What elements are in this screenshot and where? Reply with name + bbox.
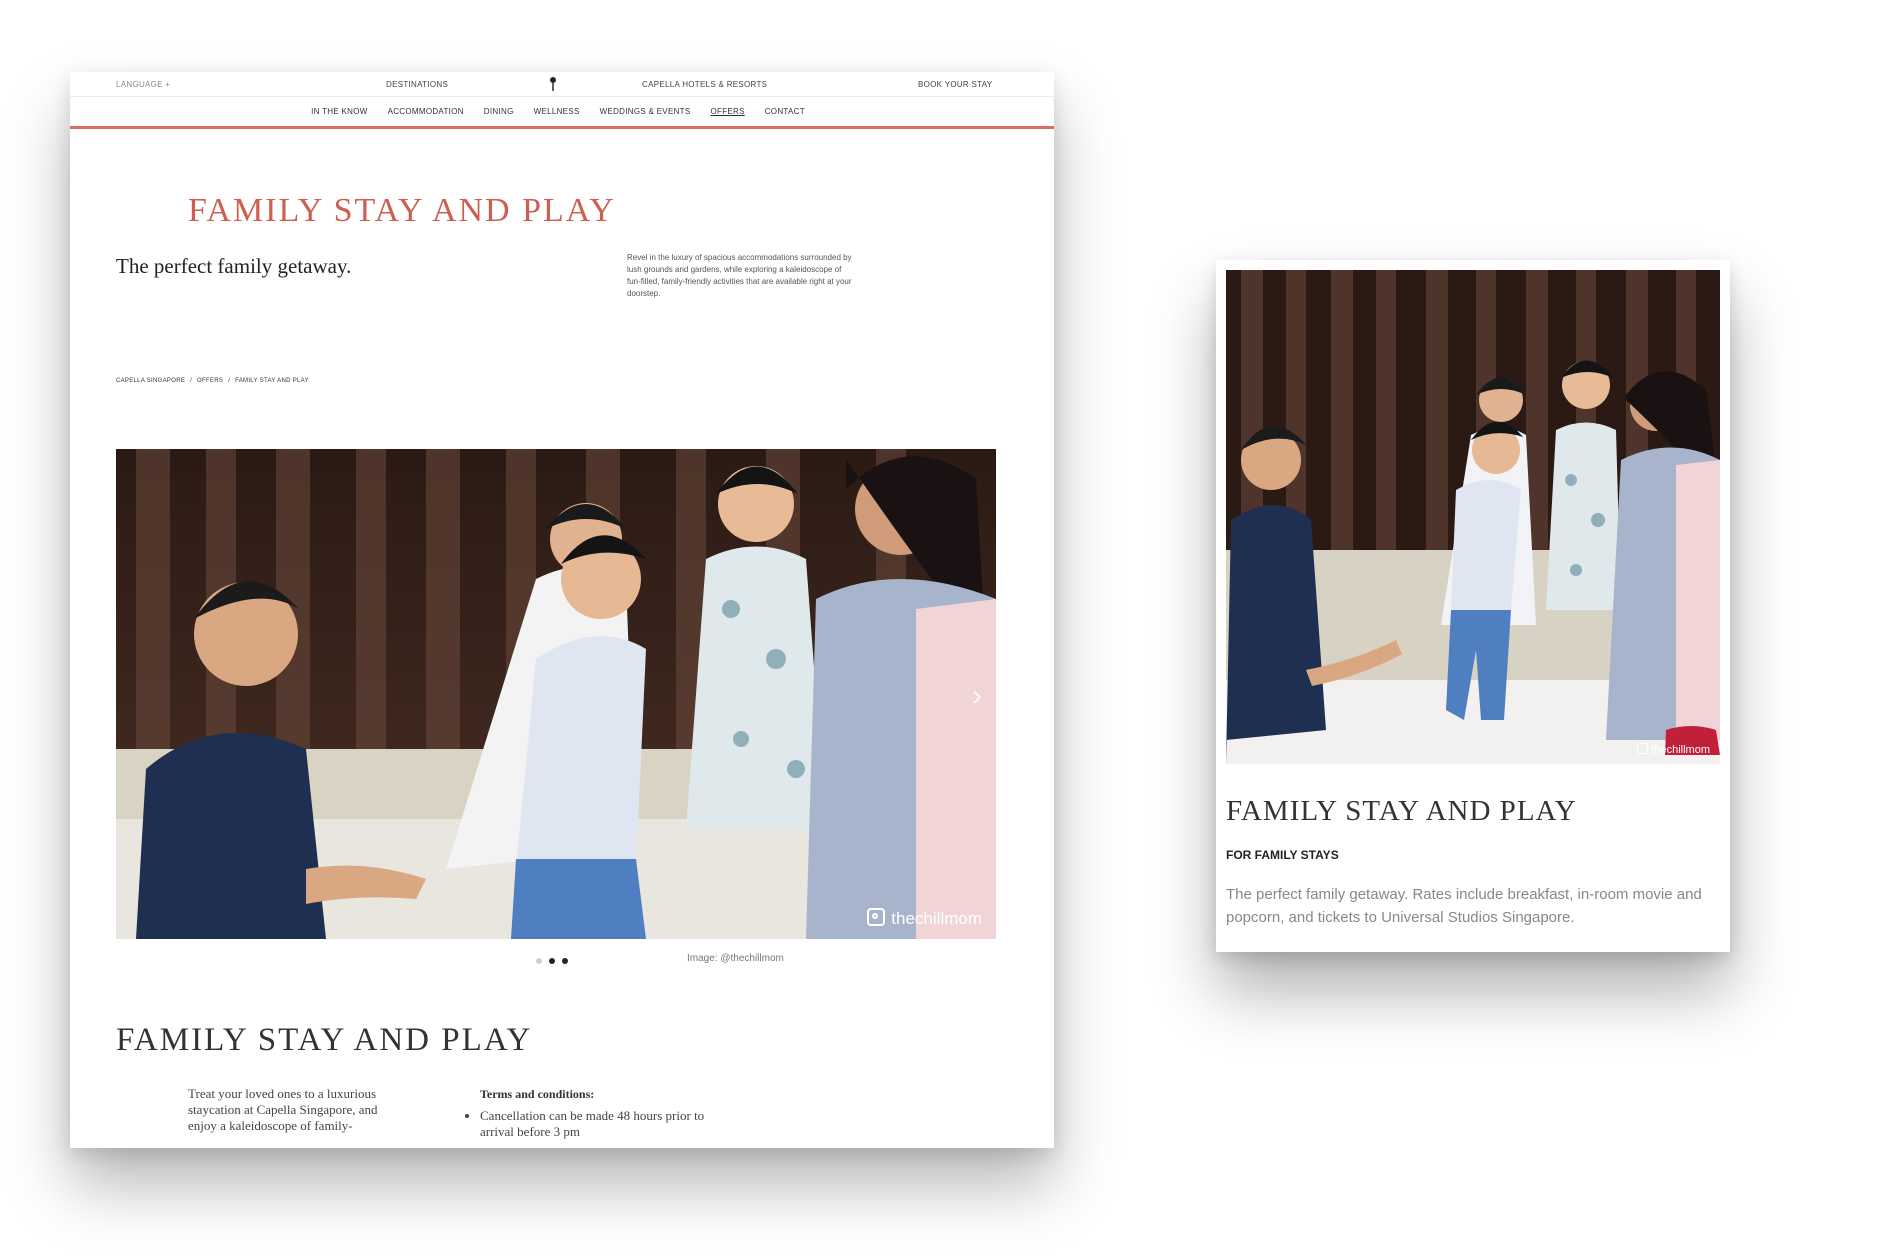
offer-card-description: The perfect family getaway. Rates includ… — [1226, 886, 1702, 926]
breadcrumb-home[interactable]: CAPELLA SINGAPORE — [116, 378, 185, 384]
carousel-indicators — [536, 958, 568, 964]
nav-item-wellness[interactable]: WELLNESS — [534, 107, 580, 116]
offer-card[interactable]: thechillmom FAMILY STAY AND PLAY FOR FAM… — [1216, 260, 1730, 952]
breadcrumb-separator: / — [190, 378, 193, 384]
carousel-dot[interactable] — [562, 958, 568, 964]
instagram-icon — [867, 908, 886, 926]
offer-body-text: Treat your loved ones to a luxurious sta… — [188, 1086, 378, 1133]
nav-item-dining[interactable]: DINING — [484, 107, 514, 116]
nav-item-contact[interactable]: CONTACT — [765, 107, 805, 116]
terms-heading: Terms and conditions: — [480, 1087, 595, 1101]
carousel-dot[interactable] — [536, 958, 542, 964]
page-title: FAMILY STAY AND PLAY — [188, 192, 616, 229]
breadcrumb-separator: / — [228, 378, 231, 384]
breadcrumb: CAPELLA SINGAPORE / OFFERS / FAMILY STAY… — [116, 378, 312, 384]
language-selector[interactable]: LANGUAGE + — [116, 80, 170, 89]
destinations-link[interactable]: DESTINATIONS — [386, 80, 448, 89]
instagram-icon — [1637, 743, 1649, 754]
nav-item-accommodation[interactable]: ACCOMMODATION — [388, 107, 464, 116]
section-title: FAMILY STAY AND PLAY — [116, 1022, 533, 1058]
photo-credit: thechillmom — [867, 908, 982, 929]
capella-logo-icon[interactable] — [548, 76, 558, 92]
breadcrumb-offers[interactable]: OFFERS — [197, 378, 223, 384]
terms-list: Cancellation can be made 48 hours prior … — [462, 1108, 710, 1140]
offer-card-subtitle: FOR FAMILY STAYS — [1226, 848, 1339, 862]
main-nav: IN THE KNOW ACCOMMODATION DINING WELLNESS WE… — [70, 96, 1054, 129]
intro-paragraph: Revel in the luxury of spacious accommod… — [627, 253, 852, 298]
nav-item-weddings-events[interactable]: WEDDINGS & EVENTS — [600, 107, 691, 116]
hero-carousel-image[interactable]: › thechillmom — [116, 449, 996, 939]
book-your-stay-button[interactable]: BOOK YOUR STAY — [918, 80, 992, 89]
terms-item: Cancellation can be made 48 hours prior … — [480, 1108, 710, 1140]
carousel-next-icon[interactable]: › — [972, 679, 982, 713]
offer-page-screenshot: LANGUAGE + DESTINATIONS CAPELLA HOTELS &… — [70, 72, 1054, 1148]
carousel-dot[interactable] — [549, 958, 555, 964]
brand-link[interactable]: CAPELLA HOTELS & RESORTS — [642, 80, 767, 89]
top-bar: LANGUAGE + DESTINATIONS CAPELLA HOTELS &… — [70, 72, 1054, 97]
image-caption: Image: @thechillmom — [687, 953, 784, 964]
offer-card-title[interactable]: FAMILY STAY AND PLAY — [1226, 795, 1577, 828]
offer-card-photo-credit: thechillmom — [1637, 743, 1710, 756]
nav-item-in-the-know[interactable]: IN THE KNOW — [311, 107, 368, 116]
breadcrumb-current: FAMILY STAY AND PLAY — [235, 378, 309, 384]
nav-item-offers[interactable]: OFFERS — [710, 107, 744, 116]
page-tagline: The perfect family getaway. — [116, 254, 352, 278]
offer-card-image[interactable]: thechillmom — [1226, 270, 1720, 764]
